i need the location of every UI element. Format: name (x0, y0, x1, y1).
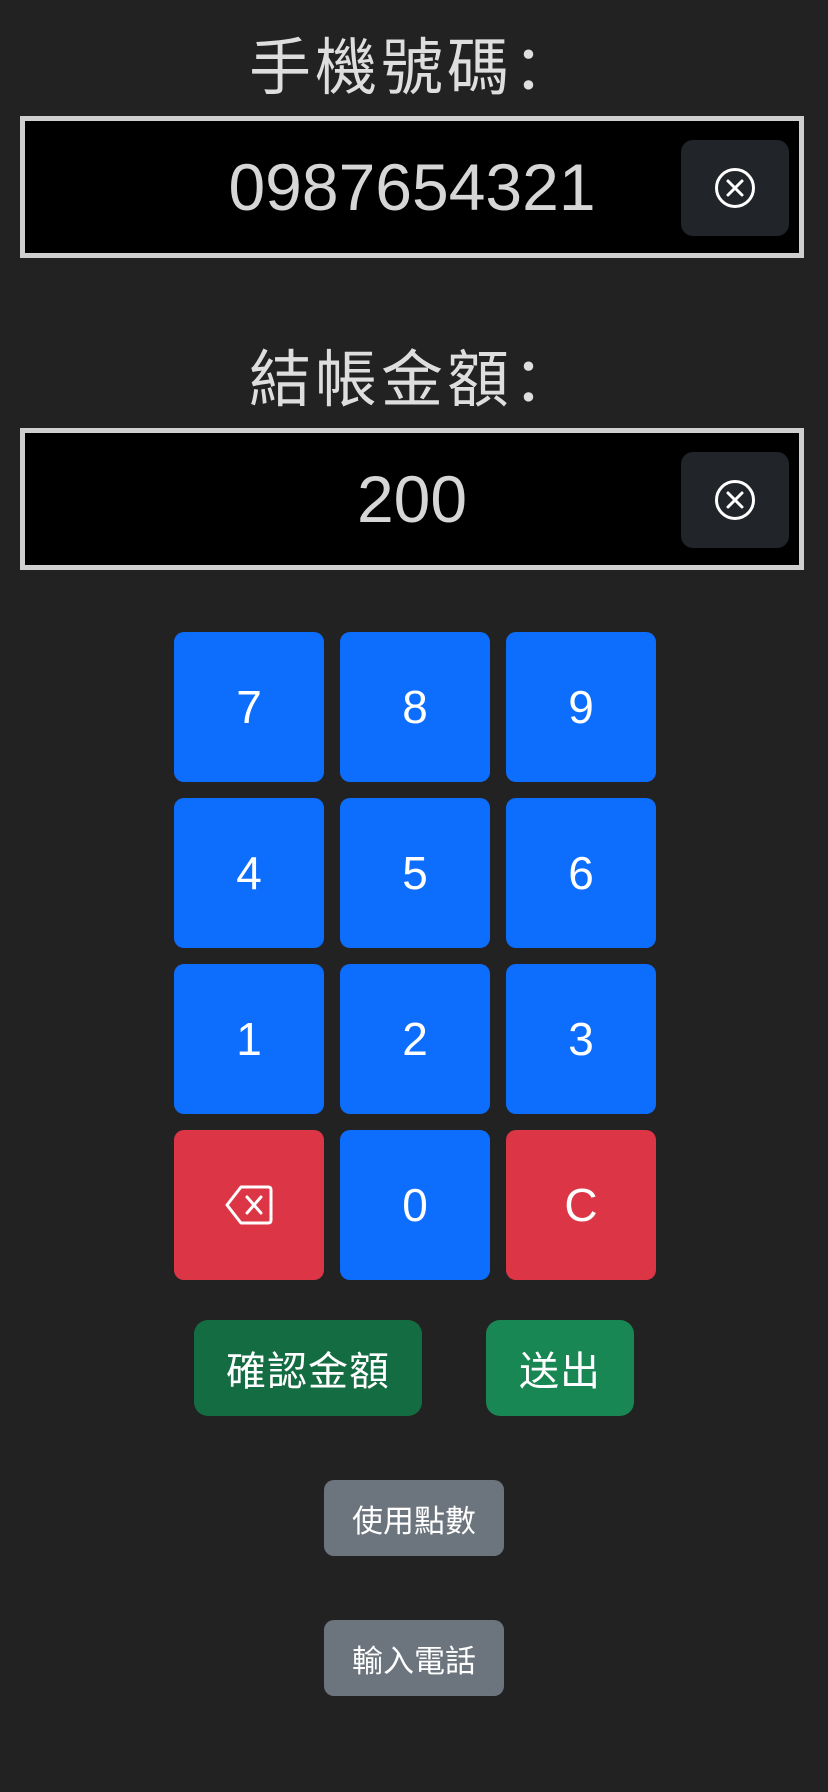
key-6[interactable]: 6 (506, 798, 656, 948)
key-8[interactable]: 8 (340, 632, 490, 782)
key-4[interactable]: 4 (174, 798, 324, 948)
amount-display[interactable]: 200 (20, 428, 804, 570)
confirm-amount-button[interactable]: 確認金額 (194, 1320, 422, 1416)
key-0[interactable]: 0 (340, 1130, 490, 1280)
key-3[interactable]: 3 (506, 964, 656, 1114)
clear-phone-button[interactable] (681, 140, 789, 236)
x-circle-icon (715, 480, 755, 520)
phone-display[interactable]: 0987654321 (20, 116, 804, 258)
numeric-keypad: 7 8 9 4 5 6 1 2 3 0 C (174, 632, 656, 1280)
use-points-button[interactable]: 使用點數 (324, 1480, 504, 1556)
amount-label: 結帳金額： (248, 343, 579, 416)
enter-phone-button[interactable]: 輸入電話 (324, 1620, 504, 1696)
backspace-button[interactable] (174, 1130, 324, 1280)
key-5[interactable]: 5 (340, 798, 490, 948)
phone-label: 手機號碼： (248, 31, 579, 104)
key-9[interactable]: 9 (506, 632, 656, 782)
submit-button[interactable]: 送出 (486, 1320, 634, 1416)
key-2[interactable]: 2 (340, 964, 490, 1114)
checkout-page: 手機號碼： 0987654321 結帳金額： 200 7 8 9 4 5 6 1… (0, 0, 828, 1792)
key-1[interactable]: 1 (174, 964, 324, 1114)
key-7[interactable]: 7 (174, 632, 324, 782)
x-circle-icon (715, 168, 755, 208)
backspace-icon (225, 1185, 273, 1225)
clear-all-button[interactable]: C (506, 1130, 656, 1280)
clear-amount-button[interactable] (681, 452, 789, 548)
